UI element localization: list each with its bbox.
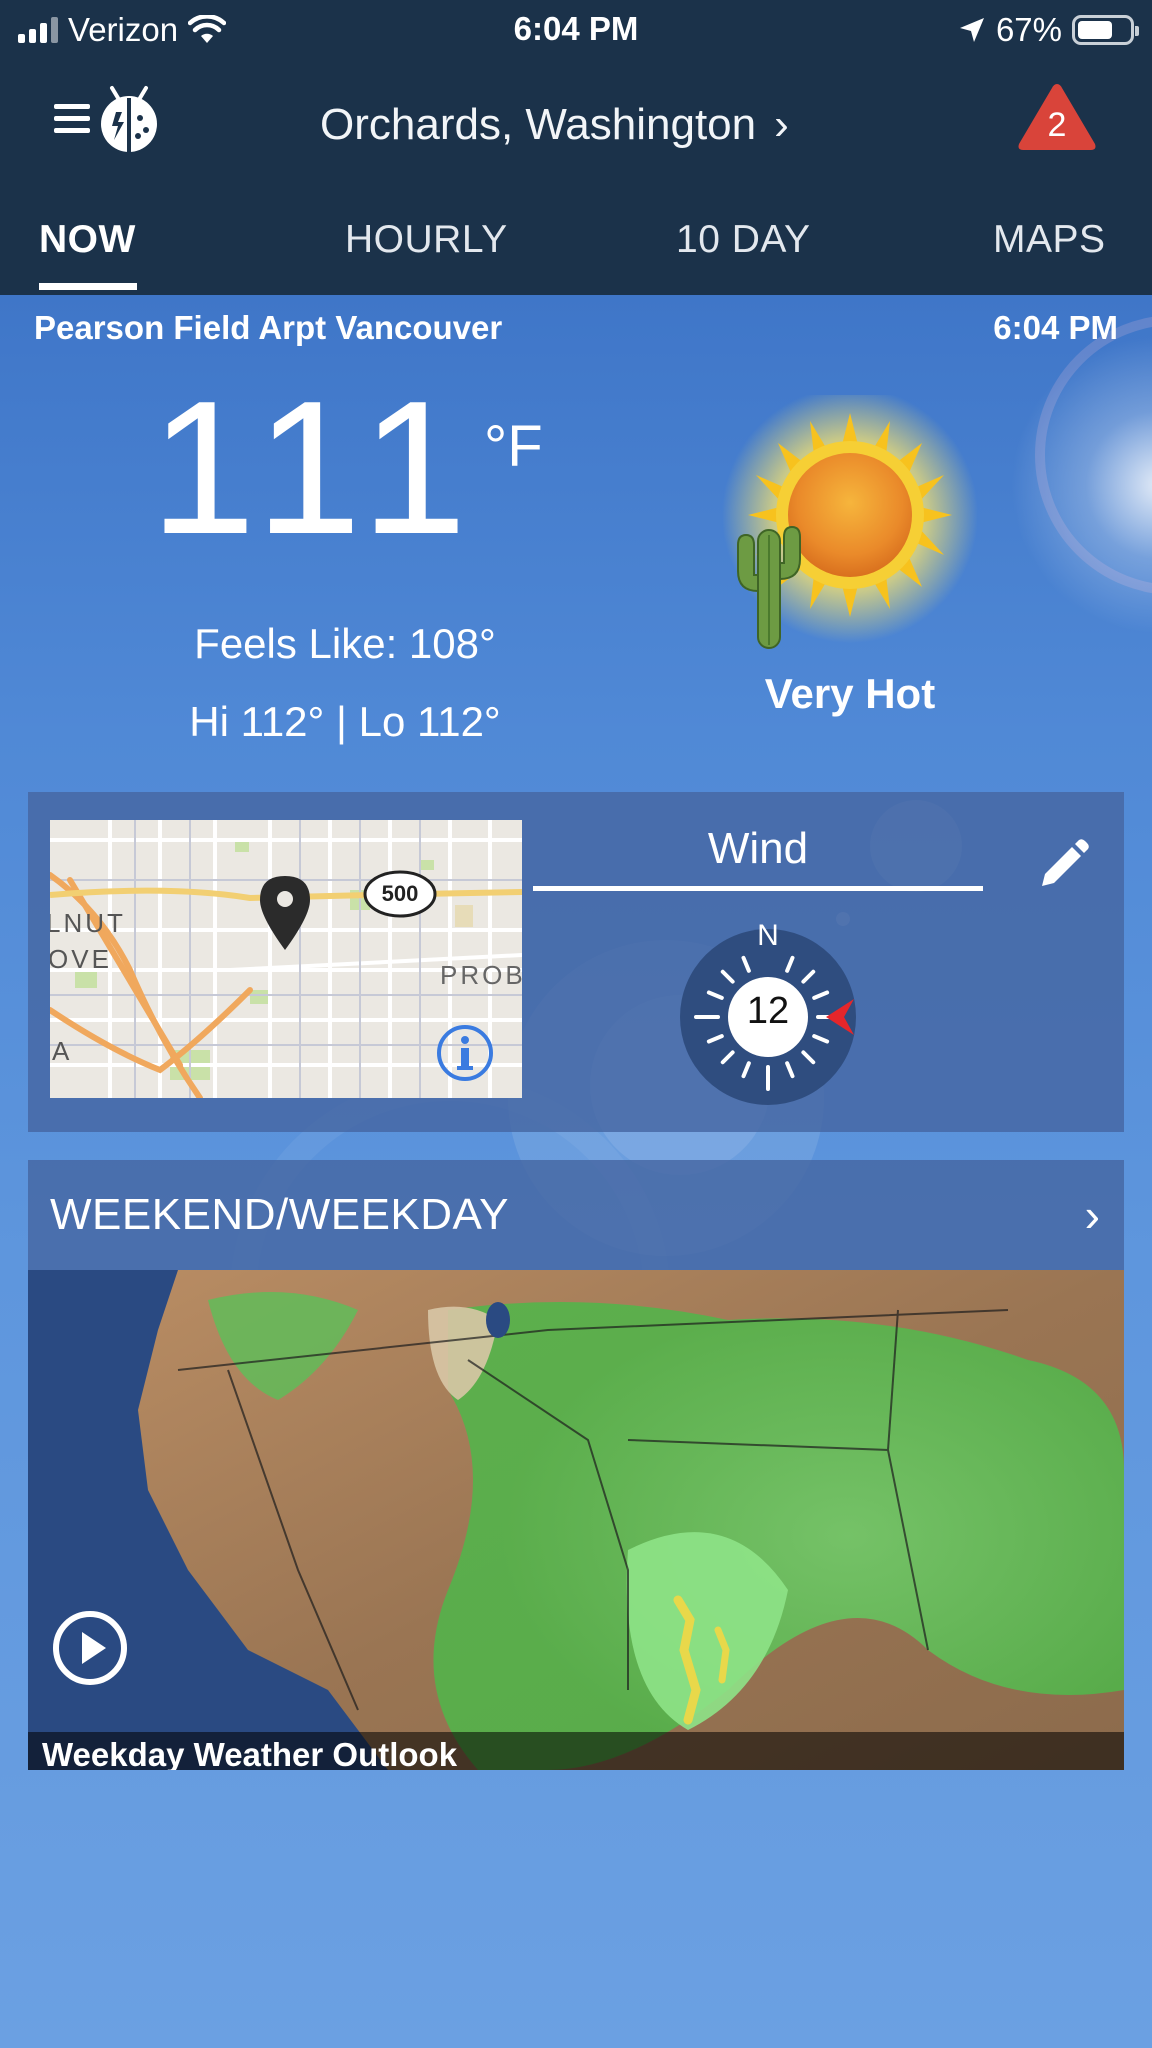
map-label-grove: OVE [50,944,112,974]
status-right: 67% [958,10,1139,50]
map-wind-card: LNUT OVE A PROB 500 Wind N 12 [28,792,1124,1132]
app-header: Orchards, Washington › 2 [0,60,1152,200]
hamburger-icon [54,104,90,134]
active-tab-indicator [39,283,137,290]
menu-button[interactable] [50,82,170,152]
chevron-right-icon: › [774,100,789,149]
video-thumbnail[interactable]: Weekday Weather Outlook [28,1270,1124,1770]
tab-maps[interactable]: MAPS [993,218,1106,262]
station-name[interactable]: Pearson Field Arpt Vancouver [34,309,502,347]
tab-10-day[interactable]: 10 DAY [676,218,811,262]
observation-time: 6:04 PM [993,309,1118,346]
wind-divider [533,886,983,891]
location-arrow-icon [959,18,984,42]
condition-text: Very Hot [764,670,936,717]
tab-hourly[interactable]: HOURLY [345,218,508,262]
lens-flare [1035,315,1152,595]
wind-speed: 12 [746,990,790,1032]
weekend-weekday-header[interactable]: WEEKEND/WEEKDAY › [28,1160,1124,1270]
feels-like: Feels Like: 108° [194,620,496,667]
location-name: Orchards, Washington [320,100,757,149]
alert-count: 2 [1047,106,1067,144]
video-caption-bar: Weekday Weather Outlook [28,1732,1124,1770]
location-selector[interactable]: Orchards, Washington › [320,100,860,150]
location-mini-map[interactable]: LNUT OVE A PROB 500 [50,820,522,1098]
chevron-right-icon: › [1084,1189,1100,1241]
sun-glare [1010,335,1152,635]
map-label-probst: PROB [440,960,522,990]
battery-icon [1072,15,1139,45]
tab-bar: NOW HOURLY 10 DAY MAPS [0,200,1152,295]
pencil-icon[interactable] [1032,836,1092,896]
video-caption: Weekday Weather Outlook [42,1736,458,1770]
map-label-a: A [52,1036,70,1066]
radar-map-image [28,1270,1124,1770]
temperature-unit: °F [484,414,543,479]
map-label-walnut: LNUT [50,908,126,938]
info-icon[interactable] [436,1024,494,1082]
card-title: WEEKEND/WEEKDAY [50,1190,509,1239]
hi-lo: Hi 112° | Lo 112° [189,698,501,745]
status-bar: Verizon 6:04 PM 67% [0,0,1152,60]
tab-now[interactable]: NOW [39,218,136,262]
weatherbug-logo-icon [101,86,157,152]
alerts-button[interactable]: 2 [1016,80,1098,152]
wind-label: Wind [707,824,809,873]
sun-cactus-icon [722,395,978,649]
compass-north-label: N [757,919,779,952]
highway-shield-label: 500 [381,881,419,906]
current-temperature: 111 [150,362,481,574]
battery-percent: 67% [995,11,1062,48]
play-icon[interactable] [52,1610,128,1686]
